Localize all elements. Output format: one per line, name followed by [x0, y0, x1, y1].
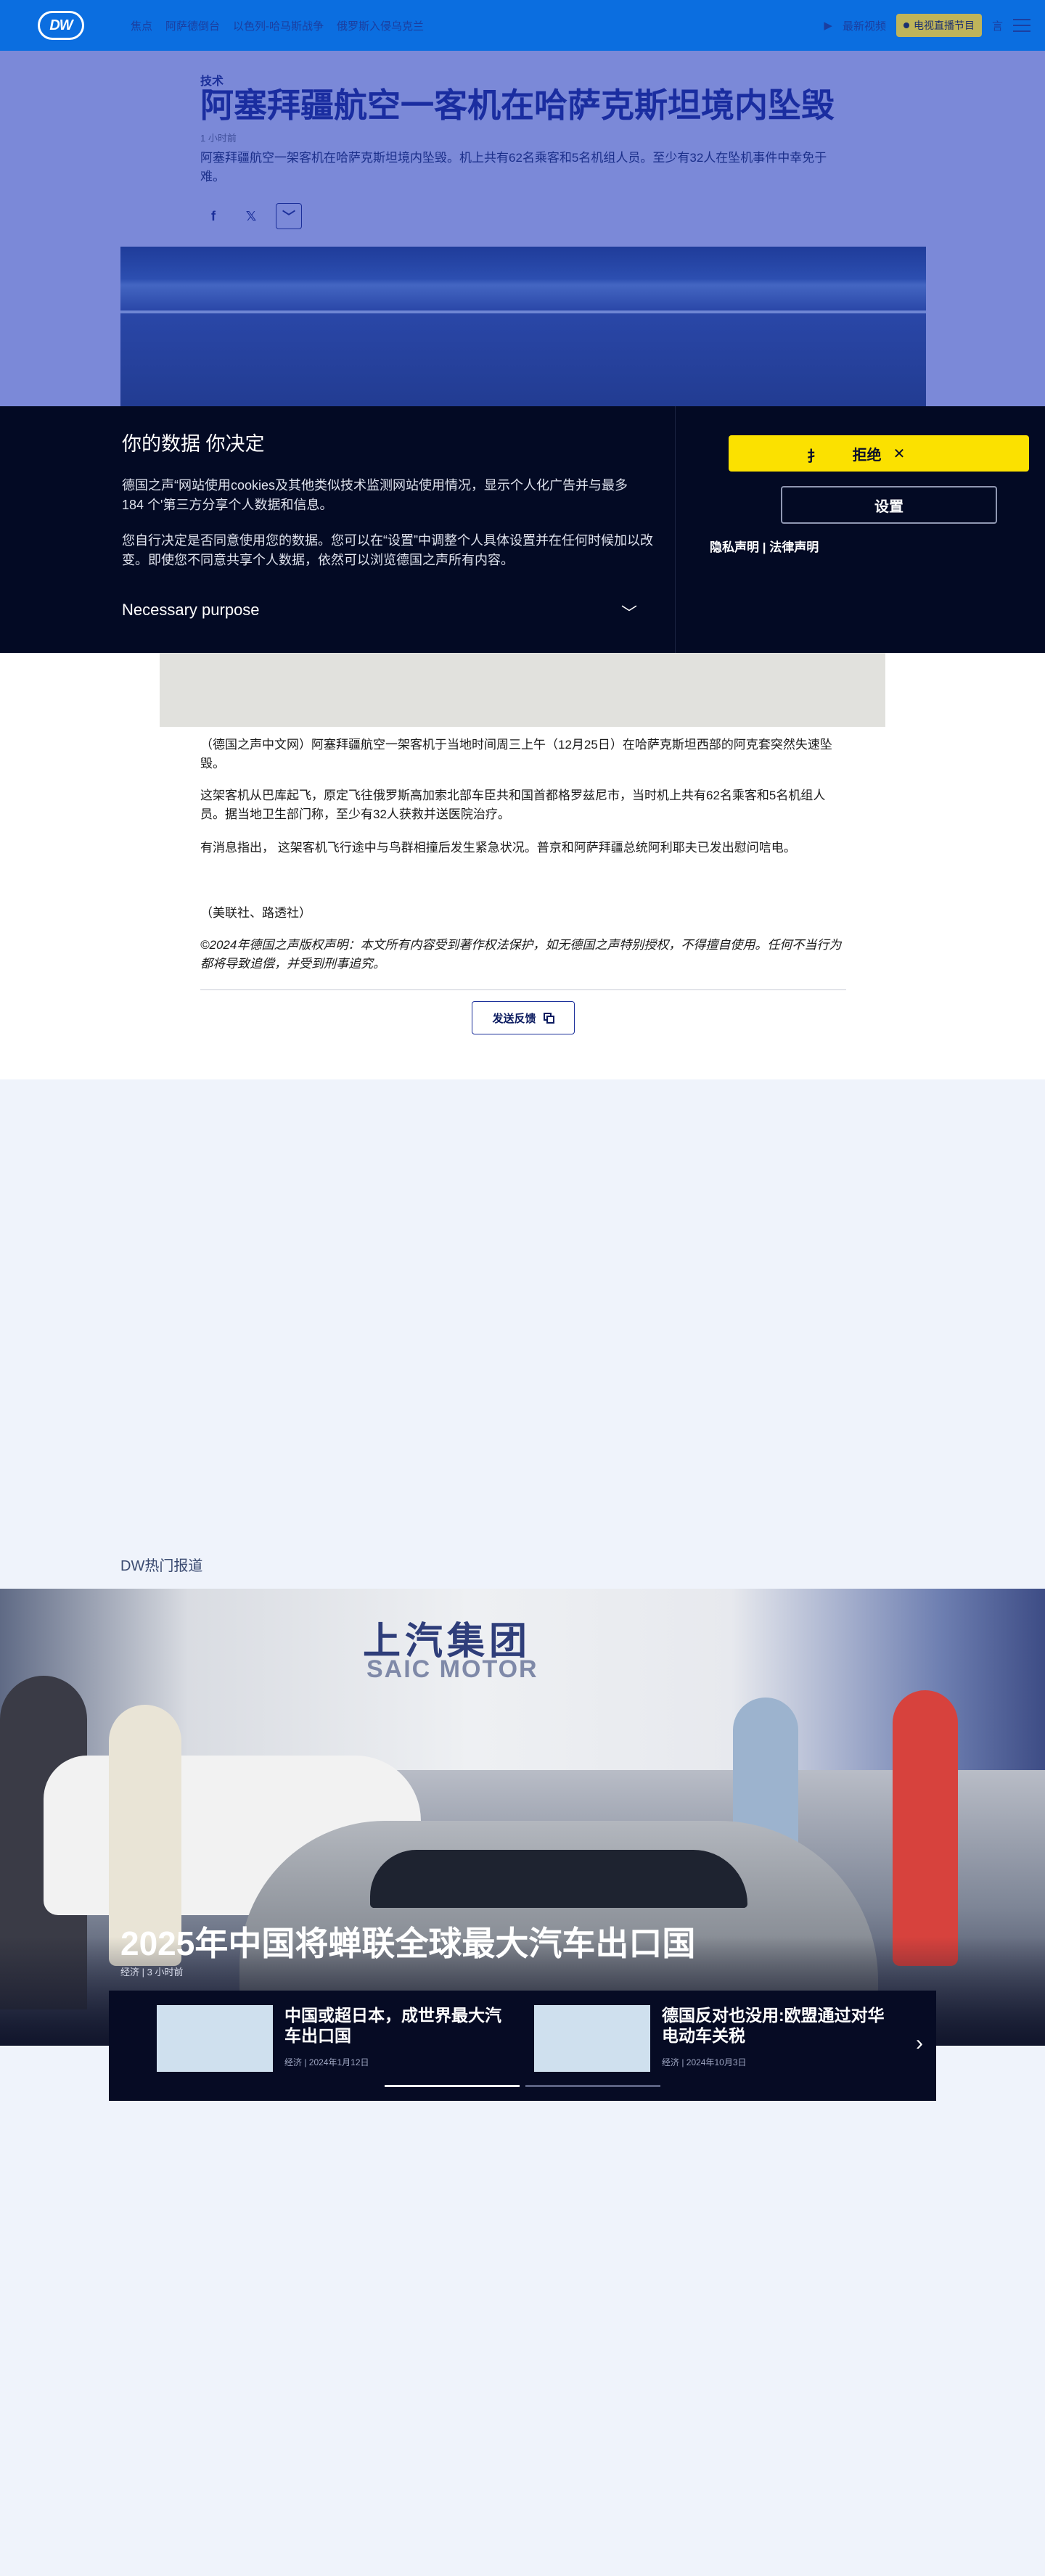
nav-item-israel-hamas[interactable]: 以色列-哈马斯战争	[233, 18, 324, 33]
article-lead: 阿塞拜疆航空一架客机在哈萨克斯坦境内坠毁。机上共有62名乘客和5名机组人员。至少…	[200, 151, 827, 184]
card-title: 中国或超日本，成世界最大汽车出口国	[284, 2006, 501, 2046]
feature-title[interactable]: 2025年中国将蝉联全球最大汽车出口国	[120, 1917, 695, 1965]
reject-button[interactable]: 扌 拒绝 ✕	[729, 435, 1029, 472]
feature-meta: 经济 | 3 小时前	[120, 1967, 184, 1978]
latest-videos-link[interactable]: 最新视频	[843, 18, 886, 33]
more-share-chevron-icon[interactable]: ﹀	[276, 203, 302, 229]
nav-item-russia-ukraine[interactable]: 俄罗斯入侵乌克兰	[337, 18, 424, 33]
necessary-purpose-toggle[interactable]: Necessary purpose	[122, 601, 260, 620]
chevron-down-icon[interactable]: ﹀	[621, 601, 637, 624]
legal-links[interactable]: 隐私声明 | 法律声明	[710, 537, 819, 555]
live-tv-button[interactable]: 电视直播节目	[896, 14, 982, 37]
cookie-text-2: 您自行决定是否同意使用您的数据。您可以在“设置”中调整个人具体设置并在任何时候加…	[122, 533, 653, 567]
reject-button-lead: 扌	[807, 449, 821, 465]
article-title: 阿塞拜疆航空一客机在哈萨克斯坦境内坠毁	[200, 86, 835, 124]
cookie-divider	[675, 406, 676, 653]
dw-logo[interactable]: DW	[38, 11, 84, 40]
carousel-indicator-active[interactable]	[385, 2085, 520, 2087]
card-meta: 经济 | 2024年10月3日	[662, 2057, 747, 2067]
main-nav: 焦点 阿萨德倒台 以色列-哈马斯战争 俄罗斯入侵乌克兰	[131, 0, 424, 51]
article-time: 1 小时前	[200, 133, 237, 144]
feedback-label: 发送反馈	[492, 1012, 536, 1025]
related-carousel: 中国或超日本，成世界最大汽车出口国 经济 | 2024年1月12日 德国反对也没…	[109, 1991, 936, 2101]
article-paragraph: （德国之声中文网）阿塞拜疆航空一架客机于当地时间周三上午（12月25日）在哈萨克…	[200, 738, 832, 771]
copyright-notice: ©2024年德国之声版权声明：本文所有内容受到著作权法保护，如无德国之声特别授权…	[200, 938, 842, 971]
x-icon[interactable]: 𝕏	[238, 203, 264, 229]
reject-label: 拒绝	[852, 447, 882, 464]
article-source: （美联社、路透社）	[200, 906, 311, 920]
live-dot-icon	[903, 22, 909, 28]
live-tv-label: 电视直播节目	[913, 20, 975, 31]
image-brand-en: SAIC MOTOR	[366, 1655, 538, 1683]
card-meta: 经济 | 2024年1月12日	[284, 2057, 369, 2067]
article-paragraph: 有消息指出， 这架客机飞行途中与鸟群相撞后发生紧急状况。普京和阿萨拜疆总统阿利耶…	[200, 841, 796, 855]
close-icon: ✕	[893, 445, 906, 462]
carousel-indicator[interactable]	[525, 2085, 660, 2087]
card-title: 德国反对也没用:欧盟通过对华电动车关税	[662, 2006, 885, 2046]
facebook-icon[interactable]: f	[200, 203, 226, 229]
article-hero-image	[120, 247, 926, 406]
site-header: DW 焦点 阿萨德倒台 以色列-哈马斯战争 俄罗斯入侵乌克兰 ▶ 最新视频 电视…	[0, 0, 1045, 51]
card-thumbnail	[157, 2005, 273, 2072]
language-icon[interactable]: 言	[992, 18, 1003, 33]
play-icon[interactable]: ▶	[824, 19, 832, 32]
card-thumbnail	[534, 2005, 650, 2072]
cookie-text-1: 德国之声“网站使用cookies及其他类似技术监测网站使用情况，显示个人化广告并…	[122, 478, 628, 512]
menu-icon[interactable]	[1013, 19, 1030, 32]
settings-button[interactable]: 设置	[781, 486, 997, 524]
feedback-button[interactable]: 发送反馈	[472, 1001, 575, 1034]
share-bar: f 𝕏 ﹀	[200, 203, 302, 229]
copy-icon	[543, 1012, 554, 1024]
chevron-right-icon[interactable]: ›	[916, 2031, 923, 2056]
article-paragraph: 这架客机从巴库起飞，原定飞往俄罗斯高加索北部车臣共和国首都格罗兹尼市，当时机上共…	[200, 789, 826, 822]
header-actions: ▶ 最新视频 电视直播节目 言	[824, 0, 1030, 51]
nav-item-assad[interactable]: 阿萨德倒台	[165, 18, 220, 33]
section-title: DW热门报道	[120, 1558, 203, 1574]
nav-item-focus[interactable]: 焦点	[131, 18, 152, 33]
cookie-title: 你的数据 你决定	[122, 433, 265, 455]
cookie-consent-banner: 你的数据 你决定 德国之声“网站使用cookies及其他类似技术监测网站使用情况…	[0, 406, 1045, 653]
image-placeholder	[160, 653, 885, 727]
divider	[200, 989, 846, 990]
